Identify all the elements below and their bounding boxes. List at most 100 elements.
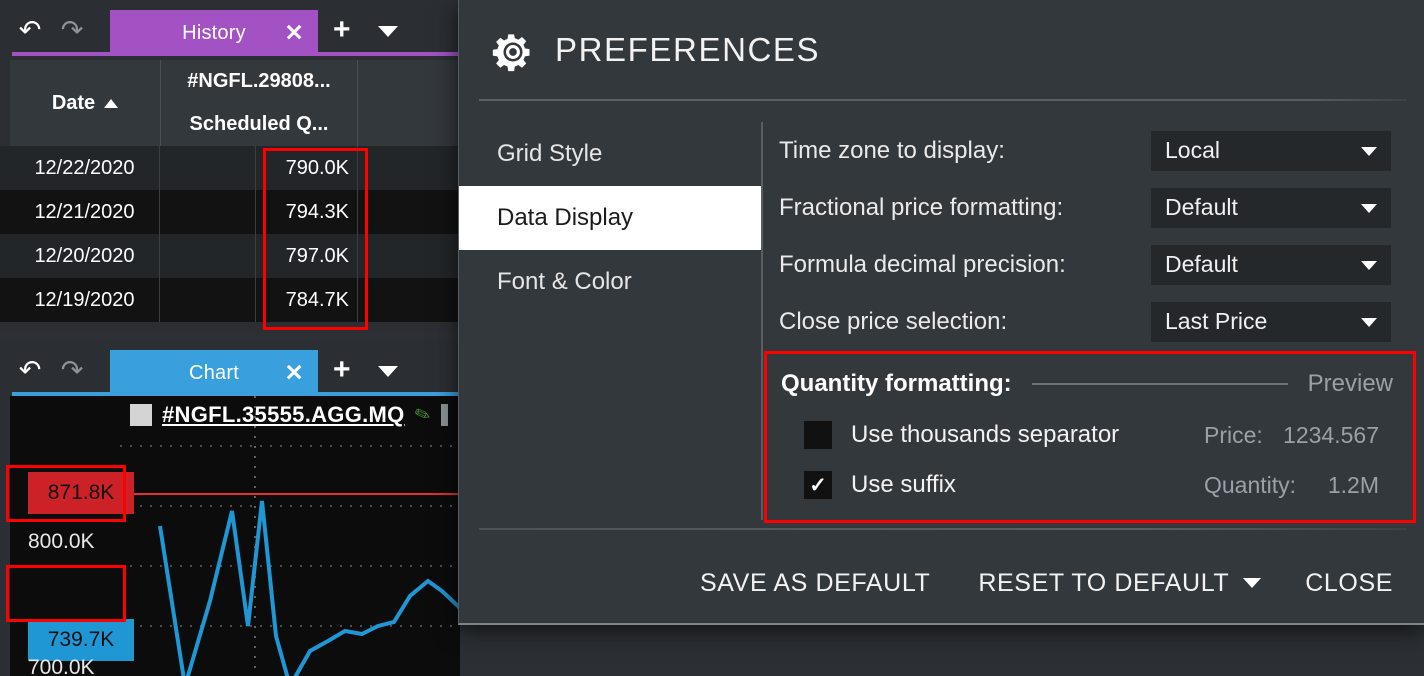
gear-icon	[492, 34, 530, 72]
dialog-header: PREFERENCES	[459, 0, 1424, 101]
tab-history[interactable]: History ✕	[110, 10, 318, 56]
redo-arrow-icon[interactable]: ↷	[54, 356, 90, 386]
cell-quantity: 790.0K	[256, 146, 358, 190]
legend-symbol-link[interactable]: #NGFL.35555.AGG.MQ	[162, 402, 405, 428]
add-tab-button[interactable]: +	[333, 355, 351, 385]
table-row[interactable]: 12/19/2020 784.7K	[0, 278, 460, 322]
chevron-down-icon[interactable]	[378, 26, 398, 37]
history-grid-header: Date #NGFL.29808... Scheduled Q...	[0, 60, 460, 146]
table-row[interactable]: 12/20/2020 797.0K	[0, 234, 460, 278]
cell-quantity: 784.7K	[256, 278, 358, 322]
chart-canvas[interactable]: #NGFL.35555.AGG.MQ ✎ 871.8K 800.0K 739.7…	[10, 396, 460, 676]
axis-marker-current[interactable]: 739.7K	[28, 619, 134, 661]
column-header-symbol[interactable]: #NGFL.29808...	[161, 60, 358, 104]
select-time-zone[interactable]: Local	[1151, 130, 1391, 171]
preview-header: Preview	[1307, 370, 1393, 397]
chevron-down-icon	[1361, 203, 1377, 213]
close-button[interactable]: CLOSE	[1295, 563, 1403, 604]
dialog-footer: SAVE AS DEFAULT RESET TO DEFAULT CLOSE	[459, 552, 1424, 614]
undo-arrow-icon[interactable]: ↶	[12, 16, 48, 46]
cell-rest	[358, 234, 460, 278]
history-tabstrip: ↶ ↷ History ✕ +	[0, 0, 460, 56]
axis-label-low: 700.0K	[28, 656, 95, 676]
cell-rest	[358, 146, 460, 190]
cell-rest	[358, 278, 460, 322]
history-grid: Date #NGFL.29808... Scheduled Q... 12/22…	[0, 60, 460, 332]
redo-arrow-icon[interactable]: ↷	[54, 16, 90, 46]
tab-underline	[12, 52, 460, 56]
chevron-down-icon	[1361, 146, 1377, 156]
axis-label-mid: 800.0K	[28, 530, 95, 553]
cell-date: 12/20/2020	[0, 234, 160, 278]
select-close-price-value: Last Price	[1165, 308, 1268, 334]
preferences-body: Time zone to display: Local Fractional p…	[779, 122, 1407, 350]
field-row-close-price: Close price selection: Last Price	[779, 293, 1407, 350]
reset-to-default-group: RESET TO DEFAULT	[978, 563, 1262, 604]
preview-label-price: Price:	[1204, 421, 1263, 448]
label-use-suffix: Use suffix	[851, 471, 956, 498]
header-divider	[479, 99, 1407, 101]
select-close-price[interactable]: Last Price	[1151, 301, 1391, 342]
page-title: PREFERENCES	[555, 31, 821, 68]
label-formula-precision: Formula decimal precision:	[779, 250, 1066, 278]
chevron-down-icon[interactable]	[1243, 578, 1262, 588]
field-row-time-zone: Time zone to display: Local	[779, 122, 1407, 179]
chart-panel: ↶ ↷ Chart ✕ + #NGFL.35555.AGG.MQ ✎ 871.8…	[0, 340, 460, 676]
checkbox-use-thousands-separator[interactable]	[804, 421, 832, 449]
option-row-thousands-separator: Use thousands separator Price: 1234.567	[804, 421, 1393, 449]
table-row[interactable]: 12/22/2020 790.0K	[0, 146, 460, 190]
add-tab-button[interactable]: +	[333, 15, 351, 45]
select-formula-precision-value: Default	[1165, 251, 1238, 277]
table-row[interactable]: 12/21/2020 794.3K	[0, 190, 460, 234]
reset-to-default-button[interactable]: RESET TO DEFAULT	[978, 563, 1229, 604]
legend-color-swatch[interactable]	[130, 404, 152, 426]
quantity-group-header: Quantity formatting: Preview	[781, 370, 1393, 398]
cell-date: 12/19/2020	[0, 278, 160, 322]
pencil-icon[interactable]: ✎	[411, 401, 434, 428]
column-header-date-label: Date	[51, 91, 96, 114]
sort-ascending-icon	[104, 98, 119, 108]
quantity-formatting-group: Quantity formatting: Preview Use thousan…	[762, 351, 1407, 521]
checkbox-use-suffix[interactable]: ✓	[804, 471, 832, 499]
label-time-zone: Time zone to display:	[779, 136, 1005, 164]
history-panel: ↶ ↷ History ✕ + Date #NGFL.29808... Sche…	[0, 0, 460, 332]
cell-blank	[160, 190, 256, 234]
sidebar-item-font-color[interactable]: Font & Color	[459, 250, 761, 314]
chart-legend: #NGFL.35555.AGG.MQ ✎	[130, 402, 448, 428]
cell-rest	[358, 190, 460, 234]
select-time-zone-value: Local	[1165, 137, 1220, 163]
label-close-price: Close price selection:	[779, 307, 1008, 335]
save-as-default-button[interactable]: SAVE AS DEFAULT	[690, 563, 940, 604]
reference-line	[130, 493, 460, 495]
preferences-nav: Grid Style Data Display Font & Color	[459, 122, 761, 314]
preview-value-price: 1234.567	[1283, 421, 1379, 448]
sidebar-item-grid-style[interactable]: Grid Style	[459, 122, 761, 186]
field-row-fractional-price: Fractional price formatting: Default	[779, 179, 1407, 236]
tab-chart-label: Chart	[189, 361, 239, 384]
chevron-down-icon[interactable]	[378, 366, 398, 377]
chart-tabstrip: ↶ ↷ Chart ✕ +	[0, 340, 460, 396]
sidebar-item-data-display[interactable]: Data Display	[459, 186, 761, 250]
close-icon[interactable]: ✕	[285, 361, 304, 385]
cell-quantity: 794.3K	[256, 190, 358, 234]
axis-marker-high[interactable]: 871.8K	[28, 472, 134, 514]
undo-arrow-icon[interactable]: ↶	[12, 356, 48, 386]
column-header-date[interactable]: Date	[10, 60, 161, 146]
check-icon: ✓	[809, 473, 827, 497]
cell-date: 12/22/2020	[0, 146, 160, 190]
select-formula-precision[interactable]: Default	[1151, 244, 1391, 285]
field-row-formula-precision: Formula decimal precision: Default	[779, 236, 1407, 293]
tab-chart[interactable]: Chart ✕	[110, 350, 318, 396]
group-divider	[1031, 383, 1288, 385]
column-header-field[interactable]: Scheduled Q...	[161, 103, 358, 146]
option-row-use-suffix: ✓ Use suffix Quantity: 1.2M	[804, 471, 1393, 499]
footer-divider	[479, 528, 1407, 530]
cell-blank	[160, 146, 256, 190]
close-icon[interactable]: ✕	[285, 21, 304, 45]
legend-divider	[440, 404, 448, 426]
quantity-group-title: Quantity formatting:	[781, 370, 1012, 397]
chevron-down-icon	[1361, 260, 1377, 270]
select-fractional-price[interactable]: Default	[1151, 187, 1391, 228]
label-fractional-price: Fractional price formatting:	[779, 193, 1064, 221]
preferences-dialog: PREFERENCES Grid Style Data Display Font…	[458, 0, 1424, 625]
